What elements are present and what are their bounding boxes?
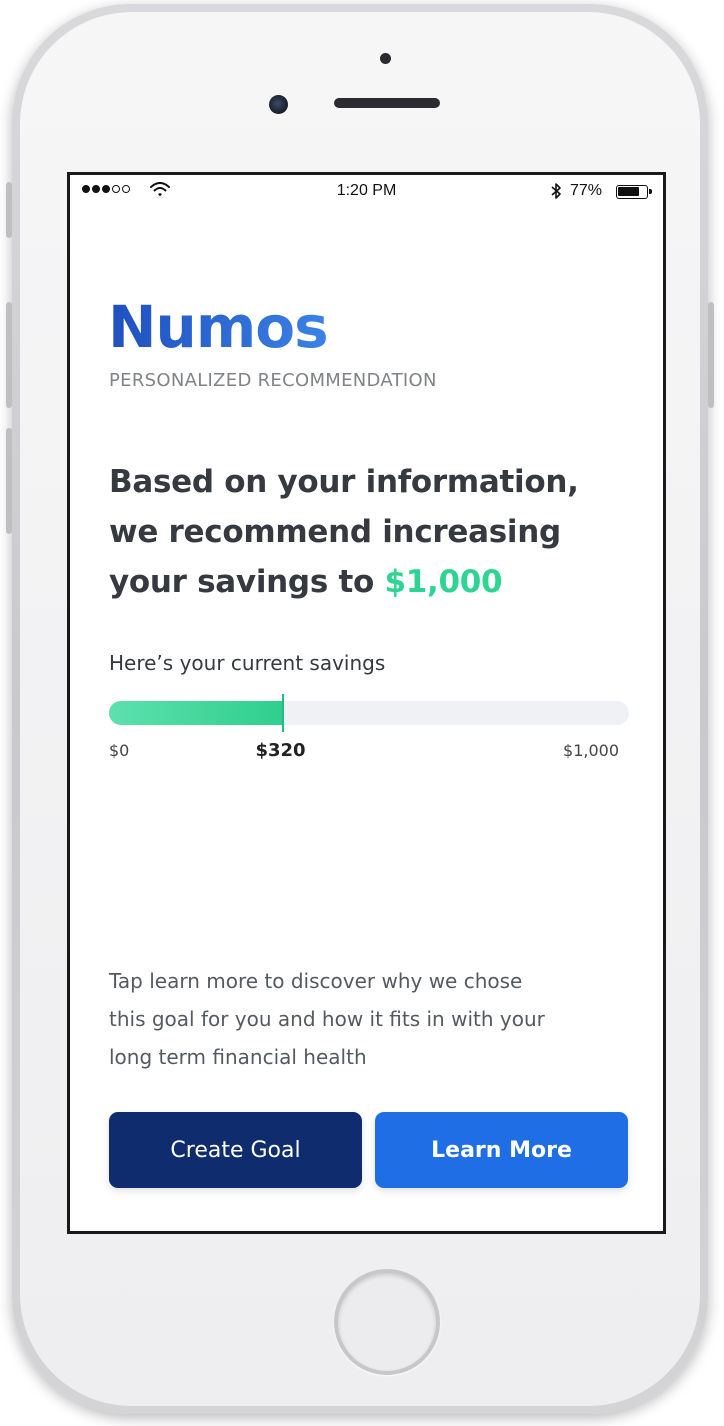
home-button[interactable] [334, 1269, 440, 1375]
volume-up-button [6, 302, 12, 408]
volume-down-button [6, 428, 12, 534]
battery-level-fill [618, 187, 639, 196]
headline-line-3: your savings to $1,000 [109, 557, 629, 607]
page-subtitle: PERSONALIZED RECOMMENDATION [109, 370, 437, 391]
headline-line-1: Based on your information, [109, 464, 579, 500]
description-line-1: Tap learn more to discover why we chose [109, 969, 523, 993]
current-savings-label: Here’s your current savings [109, 651, 386, 675]
earpiece-speaker [334, 98, 440, 108]
savings-progress-bar [109, 694, 629, 732]
progress-min-label: $0 [109, 741, 130, 760]
app-screen: 1:20 PM 77% Numos PERSONALIZED RECOMMEND… [67, 172, 666, 1234]
status-bar: 1:20 PM 77% [70, 175, 663, 209]
app-logo: Numos [108, 293, 329, 361]
description-line-2: this goal for you and how it fits in wit… [109, 1007, 545, 1031]
description-line-3: long term financial health [109, 1045, 367, 1069]
power-button [708, 302, 714, 408]
battery-nub [649, 189, 652, 194]
learn-more-description: Tap learn more to discover why we chose … [109, 962, 629, 1076]
stage: 1:20 PM 77% Numos PERSONALIZED RECOMMEND… [0, 0, 724, 1426]
savings-progress-fill [109, 701, 283, 725]
recommendation-headline: Based on your information, we recommend … [109, 457, 629, 607]
learn-more-button[interactable]: Learn More [375, 1112, 628, 1188]
recommended-amount: $1,000 [384, 564, 503, 600]
create-goal-button[interactable]: Create Goal [109, 1112, 362, 1188]
battery-icon [616, 185, 652, 199]
bluetooth-icon [550, 182, 562, 205]
progress-current-label: $320 [255, 740, 306, 761]
battery-percentage: 77% [570, 182, 603, 199]
progress-max-label: $1,000 [563, 741, 619, 760]
mute-switch [6, 182, 12, 238]
headline-line-2: we recommend increasing [109, 514, 561, 550]
proximity-sensor [380, 53, 391, 64]
headline-line-3-prefix: your savings to [109, 564, 385, 600]
front-camera [269, 95, 288, 114]
savings-progress-marker [282, 694, 284, 732]
